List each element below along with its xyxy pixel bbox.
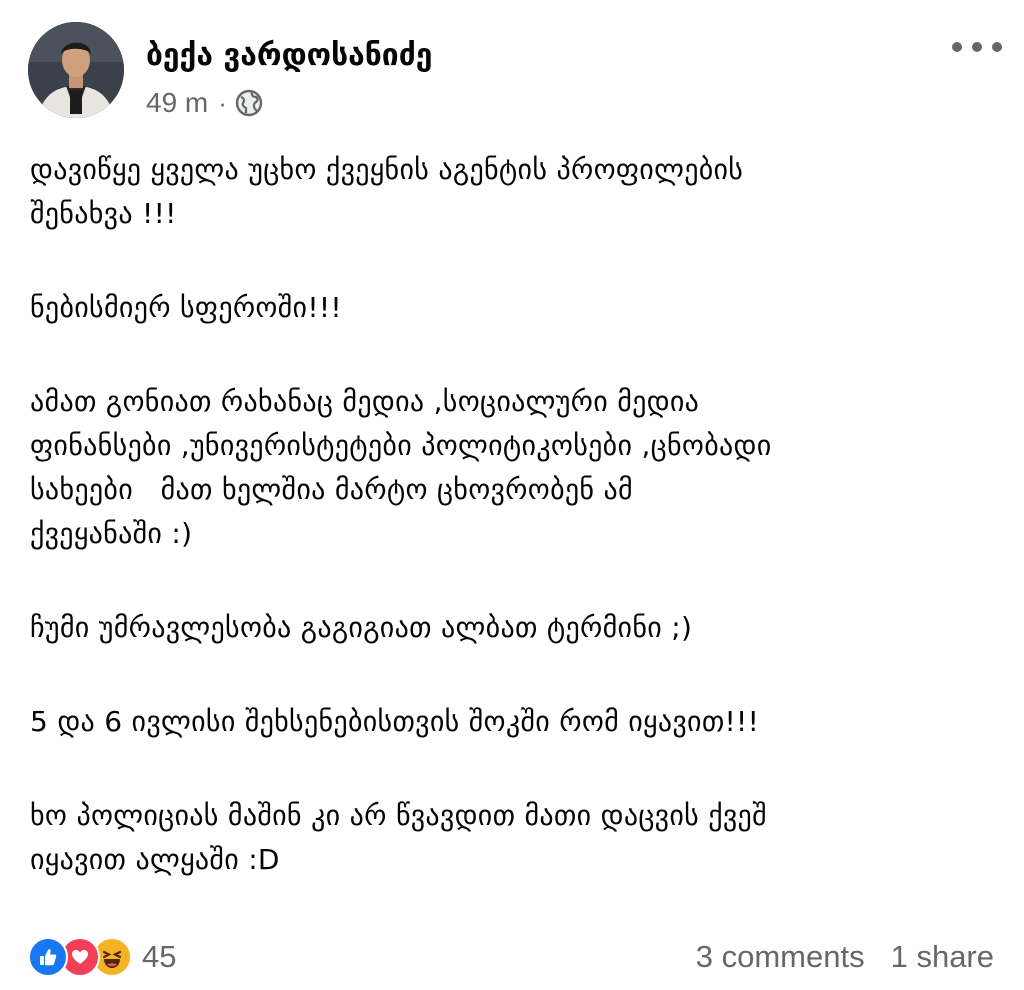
shares-link[interactable]: 1 share (891, 939, 994, 975)
author-name[interactable]: ბექა ვარდოსანიძე (146, 36, 432, 76)
post-paragraph: ჩუმი უმრავლესობა გაგიგიათ ალბათ ტერმინი … (30, 606, 1000, 650)
meta-separator: · (218, 87, 227, 118)
post-paragraph: დავიწყე ყველა უცხო ქვეყნის აგენტის პროფი… (30, 148, 1000, 236)
post-text: დავიწყე ყველა უცხო ქვეყნის აგენტის პროფი… (30, 148, 1000, 932)
text-line: ამათ გონიათ რახანაც მედია ,სოციალური მედ… (30, 385, 700, 418)
post-meta: 49 m · (146, 84, 263, 122)
like-icon (28, 937, 68, 977)
avatar-image (28, 22, 124, 118)
text-line: ქვეყანაში :) (30, 517, 193, 550)
text-line: სახეები მათ ხელშია მარტო ცხოვრობენ ამ (30, 473, 633, 506)
text-line: დავიწყე ყველა უცხო ქვეყნის აგენტის პროფი… (30, 153, 744, 186)
post-paragraph: ნებისმიერ სფეროში!!! (30, 286, 1000, 330)
facebook-post: ბექა ვარდოსანიძე 49 m · დავიწყე ყველა უც… (0, 0, 1024, 990)
post-paragraph: ხო პოლიციას მაშინ კი არ წვავდით მათი დაც… (30, 794, 1000, 882)
text-line: იყავით ალყაში :D (30, 843, 280, 876)
post-paragraph: 5 და 6 ივლისი შეხსენებისთვის შოკში რომ ი… (30, 700, 1000, 744)
text-line: ხო პოლიციას მაშინ კი არ წვავდით მათი დაც… (30, 799, 767, 832)
post-paragraph: ამათ გონიათ რახანაც მედია ,სოციალური მედ… (30, 380, 1000, 556)
text-line: ნებისმიერ სფეროში!!! (30, 291, 342, 324)
reaction-count: 45 (142, 939, 177, 974)
text-line: 5 და 6 ივლისი შეხსენებისთვის შოკში რომ ი… (30, 705, 760, 738)
text-line: ჩუმი უმრავლესობა გაგიგიათ ალბათ ტერმინი … (30, 611, 693, 644)
more-dot (972, 42, 982, 52)
timestamp[interactable]: 49 m (146, 87, 208, 119)
text-line: შენახვა !!! (30, 197, 177, 230)
more-dot (952, 42, 962, 52)
globe-icon[interactable] (235, 89, 263, 117)
more-options-icon[interactable] (952, 30, 1002, 64)
engagement-stats: 3 comments 1 share (696, 934, 994, 980)
more-dot (992, 42, 1002, 52)
avatar[interactable] (28, 22, 124, 118)
comments-link[interactable]: 3 comments (696, 939, 865, 975)
reactions-summary[interactable]: 45 (28, 934, 176, 980)
text-line: ფინანსები ,უნივერისტეტები პოლიტიკოსები ,… (30, 429, 772, 462)
